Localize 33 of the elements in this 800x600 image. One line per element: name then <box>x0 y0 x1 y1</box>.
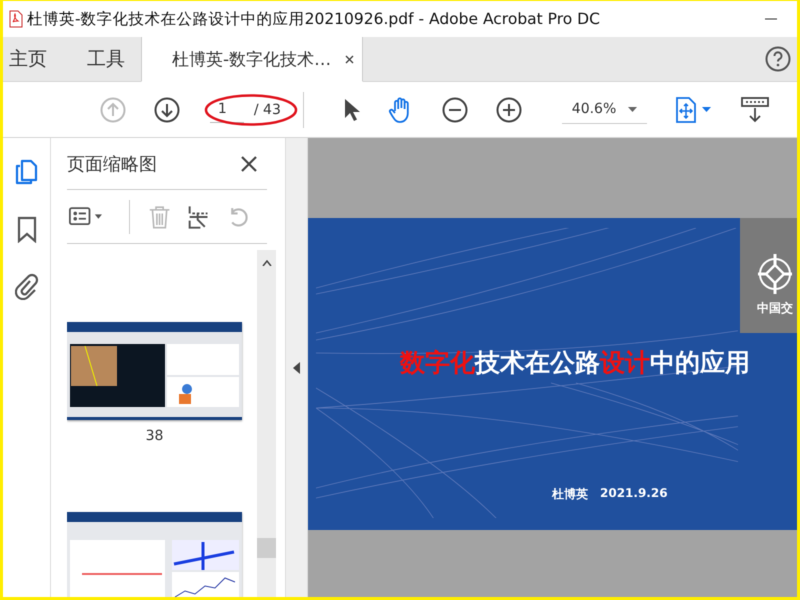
window-title: 杜博英-数字化技术在公路设计中的应用20210926.pdf - Adobe Acrobat Pro DC <box>27 8 601 30</box>
page-number: 38 <box>146 428 164 444</box>
panel-title: 页面缩略图 <box>67 152 157 176</box>
zoom-dropdown[interactable]: 40.6% <box>562 96 647 124</box>
scrollbar[interactable] <box>257 250 276 597</box>
caret-icon <box>628 106 637 112</box>
help-icon[interactable] <box>765 46 791 72</box>
keyboard-scroll-icon[interactable] <box>741 96 769 124</box>
close-icon[interactable] <box>345 54 354 64</box>
scroll-thumb[interactable] <box>257 538 276 558</box>
logo-text: 中国交 <box>757 300 793 317</box>
nav-tab[interactable]: 主页 <box>3 37 57 81</box>
pages-icon[interactable] <box>14 159 38 186</box>
slide-thumbnail[interactable] <box>67 322 242 420</box>
page-number-field[interactable]: 1 <box>210 96 244 122</box>
slide-date: 2021.9.26 <box>600 486 668 502</box>
fit-page-button[interactable] <box>675 96 711 122</box>
author-name: 杜博英 <box>552 486 588 503</box>
paperclip-icon[interactable] <box>14 273 38 300</box>
collapse-arrow-icon[interactable] <box>293 362 300 374</box>
scroll-up-icon[interactable] <box>262 260 272 266</box>
page-count: / 43 <box>254 102 281 118</box>
caret-icon <box>702 107 711 112</box>
close-icon[interactable] <box>241 156 257 172</box>
page-extract-icon[interactable] <box>186 204 210 230</box>
slide-title: 数字化技术在公路设计中的应用 <box>400 347 750 379</box>
document-tab[interactable]: 杜博英-数字化技术… <box>141 37 363 82</box>
zoom-in-icon[interactable] <box>496 96 522 122</box>
slide-thumbnail[interactable] <box>67 512 242 597</box>
page-move-icon <box>675 96 697 122</box>
nav-tab[interactable]: 工具 <box>81 37 135 81</box>
pdf-file-icon <box>9 10 23 28</box>
zoom-out-icon[interactable] <box>442 96 468 122</box>
